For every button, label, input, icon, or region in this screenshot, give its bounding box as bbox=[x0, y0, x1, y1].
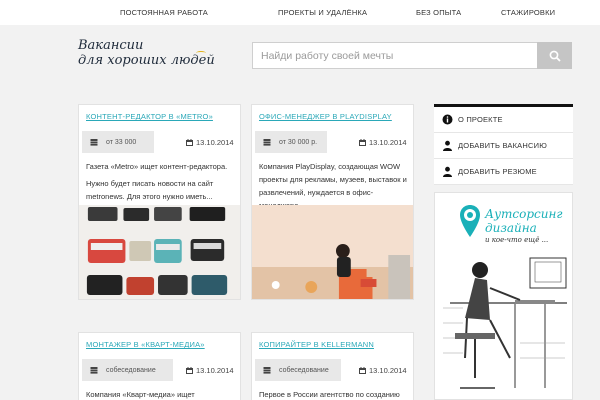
job-title-link[interactable]: КОПИРАЙТЕР В KELLERMANN bbox=[259, 340, 374, 349]
money-stack-icon bbox=[263, 367, 271, 374]
sidebar-item-about[interactable]: О ПРОЕКТЕ bbox=[434, 107, 573, 133]
search-button[interactable] bbox=[537, 42, 572, 69]
job-card: ОФИС-МЕНЕДЖЕР В PLAYDISPLAY от 30 000 р.… bbox=[251, 104, 414, 300]
nav-projects-remote[interactable]: ПРОЕКТЫ И УДАЛЁНКА bbox=[278, 8, 367, 17]
calendar-icon bbox=[359, 139, 366, 146]
sidebar-item-label: ДОБАВИТЬ ВАКАНСИЮ bbox=[458, 141, 547, 150]
money-stack-icon bbox=[90, 139, 98, 146]
info-icon bbox=[442, 114, 453, 125]
job-title-link[interactable]: ОФИС-МЕНЕДЖЕР В PLAYDISPLAY bbox=[259, 112, 392, 121]
calendar-icon bbox=[359, 367, 366, 374]
person-icon bbox=[443, 140, 452, 151]
sidebar-item-label: О ПРОЕКТЕ bbox=[458, 115, 503, 124]
job-title-link[interactable]: МОНТАЖЕР В «КВАРТ-МЕДИА» bbox=[86, 340, 205, 349]
job-description: Газета «Metro» ищет контент-редактора. Н… bbox=[86, 160, 236, 207]
job-date-value: 13.10.2014 bbox=[196, 366, 234, 375]
money-stack-icon bbox=[263, 139, 271, 146]
salary-value: от 33 000 bbox=[106, 138, 137, 146]
search-input[interactable] bbox=[253, 43, 533, 68]
ad-headline-2: дизайна bbox=[485, 221, 537, 235]
ad-headline: Аутсорсинг bbox=[485, 207, 563, 221]
nav-internships[interactable]: СТАЖИРОВКИ bbox=[501, 8, 555, 17]
typewriters-image[interactable] bbox=[79, 205, 240, 300]
map-pin-icon bbox=[460, 205, 480, 237]
sidebar-item-add-resume[interactable]: ДОБАВИТЬ РЕЗЮМЕ bbox=[434, 159, 573, 185]
search-icon bbox=[549, 50, 561, 62]
person-icon bbox=[443, 166, 452, 177]
job-title-link[interactable]: КОНТЕНТ-РЕДАКТОР В «METRO» bbox=[86, 112, 213, 121]
search-bar bbox=[252, 42, 572, 69]
logo-accent-mark bbox=[196, 51, 206, 55]
ad-banner[interactable]: Аутсорсинг дизайна и кое-что ещё ... bbox=[434, 192, 573, 400]
salary-badge: от 33 000 bbox=[82, 131, 154, 153]
job-description-paragraph: Первое в России агентство по созданию bbox=[259, 390, 400, 399]
job-meta: собеседование 13.10.2014 bbox=[252, 359, 413, 383]
job-date: 13.10.2014 bbox=[359, 366, 407, 375]
job-card: КОПИРАЙТЕР В KELLERMANN собеседование 13… bbox=[251, 332, 414, 400]
job-description-paragraph: Компания «Кварт-медиа» ищет креативного bbox=[86, 390, 195, 399]
sidebar-item-label: ДОБАВИТЬ РЕЗЮМЕ bbox=[458, 167, 537, 176]
job-description: Первое в России агентство по созданию bbox=[259, 388, 409, 400]
top-navigation: ПОСТОЯННАЯ РАБОТА ПРОЕКТЫ И УДАЛЁНКА БЕЗ… bbox=[0, 0, 600, 25]
job-date: 13.10.2014 bbox=[359, 138, 407, 147]
job-date: 13.10.2014 bbox=[186, 366, 234, 375]
job-card: МОНТАЖЕР В «КВАРТ-МЕДИА» собеседование 1… bbox=[78, 332, 241, 400]
job-description-paragraph: Газета «Metro» ищет контент-редактора. bbox=[86, 162, 228, 171]
salary-value: от 30 000 р. bbox=[279, 138, 318, 146]
site-logo[interactable]: Вакансии для хороших людей bbox=[78, 38, 215, 68]
salary-value: собеседование bbox=[279, 366, 329, 374]
job-meta: собеседование 13.10.2014 bbox=[79, 359, 240, 383]
sidebar-item-add-vacancy[interactable]: ДОБАВИТЬ ВАКАНСИЮ bbox=[434, 133, 573, 159]
ad-tagline: и кое-что ещё ... bbox=[485, 236, 549, 244]
job-date-value: 13.10.2014 bbox=[196, 138, 234, 147]
job-card: КОНТЕНТ-РЕДАКТОР В «METRO» от 33 000 13.… bbox=[78, 104, 241, 300]
job-description-paragraph: Нужно будет писать новости на сайт metro… bbox=[86, 179, 214, 201]
sidebar-menu: О ПРОЕКТЕ ДОБАВИТЬ ВАКАНСИЮ ДОБАВИТЬ РЕЗ… bbox=[434, 104, 573, 185]
calendar-icon bbox=[186, 367, 193, 374]
job-date: 13.10.2014 bbox=[186, 138, 234, 147]
job-date-value: 13.10.2014 bbox=[369, 138, 407, 147]
nav-no-experience[interactable]: БЕЗ ОПЫТА bbox=[416, 8, 461, 17]
salary-value: собеседование bbox=[106, 366, 156, 374]
job-description: Компания «Кварт-медиа» ищет креативного bbox=[86, 388, 236, 400]
logo-line-1: Вакансии bbox=[78, 38, 144, 53]
salary-badge: от 30 000 р. bbox=[255, 131, 327, 153]
job-date-value: 13.10.2014 bbox=[369, 366, 407, 375]
job-meta: от 33 000 13.10.2014 bbox=[79, 131, 240, 155]
nav-permanent-work[interactable]: ПОСТОЯННАЯ РАБОТА bbox=[120, 8, 208, 17]
logo-line-2: для хороших людей bbox=[78, 53, 215, 68]
salary-badge: собеседование bbox=[82, 359, 173, 381]
office-woman-image[interactable] bbox=[252, 205, 413, 300]
salary-badge: собеседование bbox=[255, 359, 341, 381]
job-meta: от 30 000 р. 13.10.2014 bbox=[252, 131, 413, 155]
calendar-icon bbox=[186, 139, 193, 146]
money-stack-icon bbox=[90, 367, 98, 374]
workstation-drawing-image bbox=[443, 257, 567, 389]
